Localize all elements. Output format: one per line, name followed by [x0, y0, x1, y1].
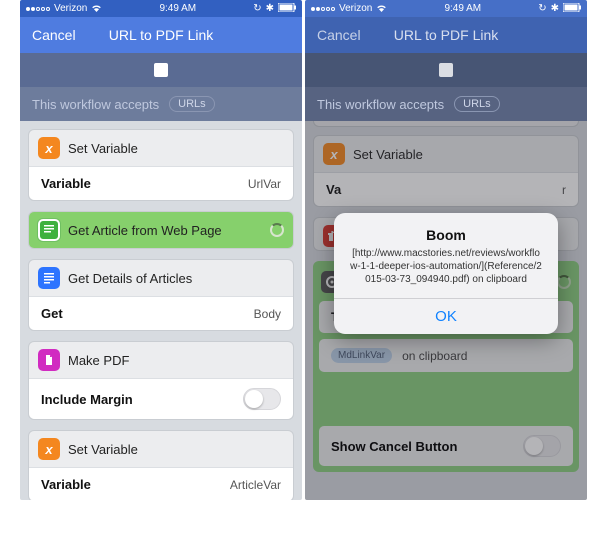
alert-ok-button[interactable]: OK: [334, 298, 558, 334]
carrier-label: Verizon: [339, 3, 372, 14]
cancel-button[interactable]: Cancel: [32, 27, 76, 43]
battery-icon: [278, 3, 296, 15]
wifi-icon: [376, 3, 387, 15]
workflow-canvas[interactable]: x Set Variable Variable UrlVar Get Artic…: [20, 121, 302, 500]
clock-label: 9:49 AM: [159, 3, 196, 14]
pdf-icon: [38, 349, 60, 371]
screenshot-left: Verizon 9:49 AM ↻ ✱ Cancel URL to PDF Li…: [20, 0, 302, 500]
action-get-article[interactable]: Get Article from Web Page: [28, 211, 294, 249]
action-get-details[interactable]: Get Details of Articles Get Body: [28, 259, 294, 331]
status-bar: Verizon 9:49 AM ↻ ✱: [305, 0, 587, 17]
wifi-icon: [91, 3, 102, 15]
param-value[interactable]: ArticleVar: [230, 478, 281, 492]
accepts-label: This workflow accepts: [317, 97, 444, 112]
signal-dots-icon: [311, 7, 335, 11]
accepts-bar: This workflow accepts URLs: [20, 87, 302, 121]
run-bar: [20, 53, 302, 87]
param-key: Include Margin: [41, 392, 133, 407]
action-set-variable-1[interactable]: x Set Variable Variable UrlVar: [28, 129, 294, 201]
action-title: Make PDF: [68, 353, 129, 368]
include-margin-toggle[interactable]: [243, 388, 281, 410]
run-bar: [305, 53, 587, 87]
alert-message: [http://www.macstories.net/reviews/workf…: [350, 247, 542, 286]
nav-bar: Cancel URL to PDF Link: [20, 17, 302, 53]
param-value[interactable]: UrlVar: [248, 177, 281, 191]
action-title: Get Details of Articles: [68, 271, 192, 286]
status-bar: Verizon 9:49 AM ↻ ✱: [20, 0, 302, 17]
workflow-canvas: x Set Variable Va r: [305, 121, 587, 500]
alert-title: Boom: [350, 227, 542, 243]
variable-icon: x: [38, 137, 60, 159]
article-icon: [38, 219, 60, 241]
screenshot-right: Verizon 9:49 AM ↻ ✱ Cancel URL to PDF Li…: [305, 0, 587, 500]
param-key: Get: [41, 306, 63, 321]
run-stop-icon[interactable]: [154, 63, 168, 77]
spinner-icon: [270, 223, 284, 237]
carrier-label: Verizon: [54, 3, 87, 14]
details-icon: [38, 267, 60, 289]
bluetooth-icon: ✱: [266, 3, 274, 14]
action-title: Get Article from Web Page: [68, 223, 222, 238]
run-stop-icon[interactable]: [439, 63, 453, 77]
orientation-lock-icon: ↻: [253, 3, 261, 14]
bluetooth-icon: ✱: [551, 3, 559, 14]
alert-dialog: Boom [http://www.macstories.net/reviews/…: [334, 213, 558, 334]
param-key: Variable: [41, 477, 91, 492]
accepts-type-chip: URLs: [454, 96, 500, 112]
battery-icon: [563, 3, 581, 15]
action-set-variable-2[interactable]: x Set Variable Variable ArticleVar: [28, 430, 294, 500]
nav-bar: Cancel URL to PDF Link: [305, 17, 587, 53]
param-key: Variable: [41, 176, 91, 191]
action-title: Set Variable: [68, 141, 138, 156]
param-value[interactable]: Body: [254, 307, 281, 321]
signal-dots-icon: [26, 7, 50, 11]
orientation-lock-icon: ↻: [538, 3, 546, 14]
variable-icon: x: [38, 438, 60, 460]
accepts-bar: This workflow accepts URLs: [305, 87, 587, 121]
cancel-button[interactable]: Cancel: [317, 27, 361, 43]
action-make-pdf[interactable]: Make PDF Include Margin: [28, 341, 294, 420]
accepts-label: This workflow accepts: [32, 97, 159, 112]
clock-label: 9:49 AM: [444, 3, 481, 14]
action-title: Set Variable: [68, 442, 138, 457]
accepts-type-chip: URLs: [169, 96, 215, 112]
